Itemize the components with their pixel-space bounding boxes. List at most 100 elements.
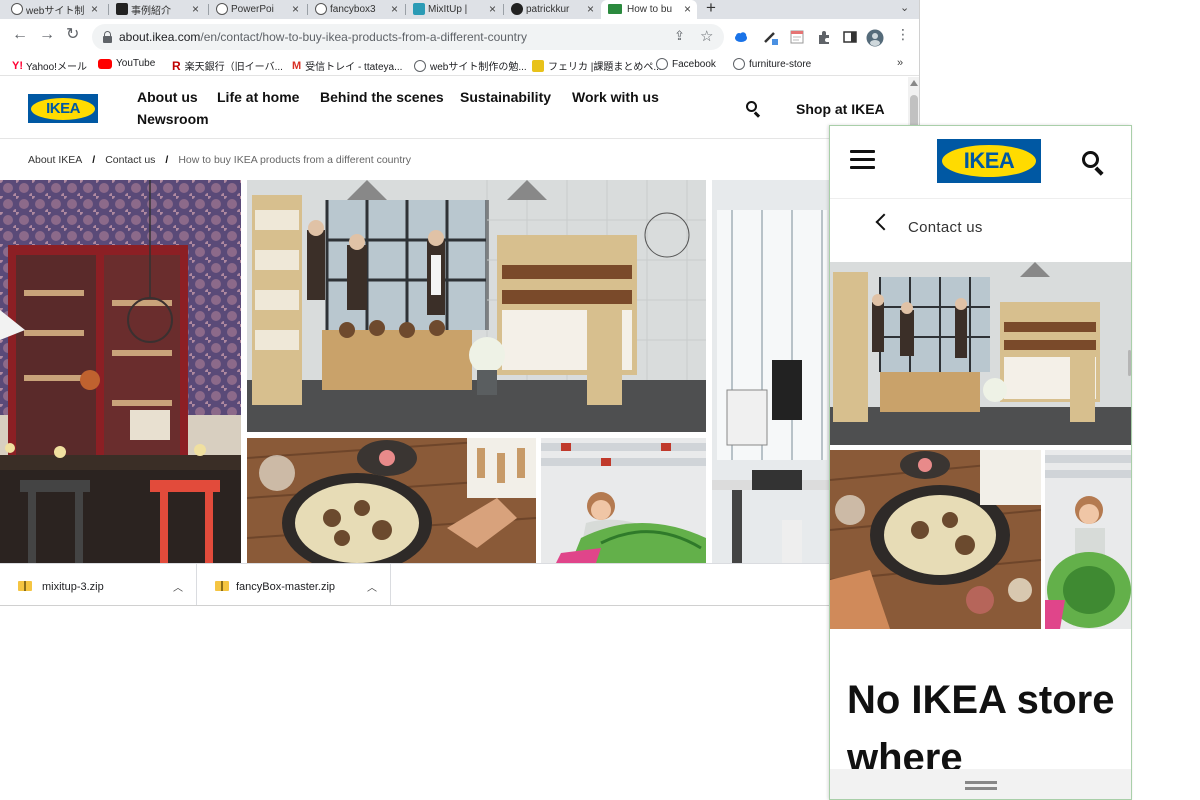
nav-life-at-home[interactable]: Life at home [217,89,299,105]
tab-label: MixItUp | [428,4,468,15]
tab-label: patrickkur [526,4,570,15]
breadcrumb-contact-us[interactable]: Contact us [105,154,155,166]
bookmark-youtube[interactable]: YouTube [98,58,155,69]
close-icon[interactable]: × [91,2,98,16]
bookmark-gmail[interactable]: M 受信トレイ - ttateya... [292,58,402,74]
back-chevron-icon[interactable] [874,213,888,233]
search-icon[interactable] [746,101,761,118]
address-bar[interactable]: about.ikea.com/en/contact/how-to-buy-ike… [92,24,724,50]
yahoo-icon: Y! [12,59,23,72]
nav-work-with-us[interactable]: Work with us [572,89,659,105]
cloud-extension-icon[interactable] [733,29,749,45]
close-icon[interactable]: × [684,2,691,16]
header-divider [830,198,1131,199]
note-icon [532,59,544,72]
hamburger-menu-icon[interactable] [850,150,875,170]
new-tab-icon[interactable]: + [706,0,716,18]
zip-file-icon [18,581,32,591]
eyedropper-extension-icon[interactable] [762,29,778,45]
photo-store-interior [830,262,1131,445]
shop-at-ikea-link[interactable]: Shop at IKEA [796,101,885,117]
bookmark-star-icon[interactable]: ☆ [700,27,713,45]
bookmark-felica[interactable]: フェリカ |課題まとめペ... [532,58,662,73]
c-logo-icon [116,3,128,15]
photo-child-play [1045,450,1131,629]
back-icon[interactable]: ← [12,27,28,43]
forward-icon[interactable]: → [39,27,55,43]
tab-4[interactable]: fancybox3 × [312,0,404,19]
tab-2[interactable]: 事例紹介 × [113,0,205,19]
tab-7-active[interactable]: How to bu × [601,0,697,19]
globe-icon [656,58,668,70]
mobile-scroll-indicator [1128,350,1131,376]
close-icon[interactable]: × [292,2,299,16]
nav-sustainability[interactable]: Sustainability [460,89,551,105]
youtube-icon [98,58,112,69]
chevron-up-icon[interactable]: ︿ [173,579,183,594]
mixitup-icon [413,3,425,15]
rakuten-icon: R [172,58,181,73]
chevron-up-icon[interactable]: ︿ [367,579,377,594]
bottom-sheet-handle[interactable] [830,769,1131,799]
bookmark-yahoo-mail[interactable]: Y! Yahoo!メール [12,58,87,74]
globe-icon [216,3,228,15]
url-text: about.ikea.com/en/contact/how-to-buy-ike… [119,30,527,44]
browser-window: webサイト制 × 事例紹介 × PowerPoi × fancybox3 × … [0,0,920,606]
breadcrumb: About IKEA / Contact us / How to buy IKEA pr… [28,154,412,166]
reload-icon[interactable]: ↻ [66,27,79,43]
download-item[interactable]: mixitup-3.zip ︿ [0,564,197,605]
tab-5[interactable]: MixItUp | × [410,0,502,19]
mobile-screenshot: IKEA Contact us No IKEA store where [829,125,1132,800]
browser-toolbar: ← → ↻ about.ikea.com/en/contact/how-to-b… [0,19,919,54]
bookmark-furniture-store[interactable]: furniture-store [733,58,811,70]
scroll-up-icon[interactable] [910,80,918,86]
bookmark-facebook[interactable]: Facebook [656,58,716,70]
photo-child-play [541,438,706,563]
tab-1[interactable]: webサイト制 × [8,0,104,19]
breadcrumb-contact-us[interactable]: Contact us [908,219,983,236]
extensions-puzzle-icon[interactable] [816,29,832,45]
tab-label: How to bu [627,4,673,15]
profile-avatar-icon[interactable] [866,29,884,47]
ikea-logo[interactable]: IKEA [937,139,1041,183]
zip-file-icon [215,581,229,591]
nav-about-us[interactable]: About us [137,89,198,105]
tab-label: fancybox3 [330,4,376,15]
tab-label: 事例紹介 [131,6,171,17]
tab-6[interactable]: patrickkur × [508,0,600,19]
header-divider [0,138,908,139]
share-icon[interactable]: ⇪ [674,28,685,44]
github-icon [511,3,523,15]
close-icon[interactable]: × [192,2,199,16]
bookmarks-bar: Y! Yahoo!メール YouTube R 楽天銀行（旧イーバ... M 受信… [0,54,919,76]
nav-newsroom[interactable]: Newsroom [137,111,209,127]
tab-label: PowerPoi [231,4,274,15]
globe-icon [733,58,745,70]
photo-food-pan [247,438,536,563]
more-bookmarks-icon[interactable]: » [897,57,903,69]
close-icon[interactable]: × [489,2,496,16]
bookmark-web-study[interactable]: webサイト制作の勉... [414,58,527,73]
photo-dining-room [0,180,241,563]
breadcrumb-current: How to buy IKEA products from a differen… [178,154,412,166]
download-item[interactable]: fancyBox-master.zip ︿ [197,564,391,605]
photo-store-interior [247,180,706,432]
search-icon[interactable] [1082,151,1104,176]
close-icon[interactable]: × [391,2,398,16]
bookmark-rakuten[interactable]: R 楽天銀行（旧イーバ... [172,58,283,74]
flag-icon [608,4,622,14]
browser-menu-icon[interactable]: ⋮ [896,26,910,42]
tab-search-icon[interactable]: ⌄ [900,1,909,14]
close-icon[interactable]: × [587,2,594,16]
lock-icon [103,31,112,43]
nav-behind-the-scenes[interactable]: Behind the scenes [320,89,444,105]
breadcrumb-about-ikea[interactable]: About IKEA [28,154,82,166]
info-icon [11,3,23,15]
ikea-page: IKEA About us Life at home Behind the sc… [0,77,908,563]
notepad-extension-icon[interactable] [789,29,805,45]
side-panel-icon[interactable] [842,29,858,45]
photo-food-pan [830,450,1041,629]
gmail-icon: M [292,59,302,72]
ikea-logo[interactable]: IKEA [28,94,98,123]
tab-3[interactable]: PowerPoi × [213,0,305,19]
